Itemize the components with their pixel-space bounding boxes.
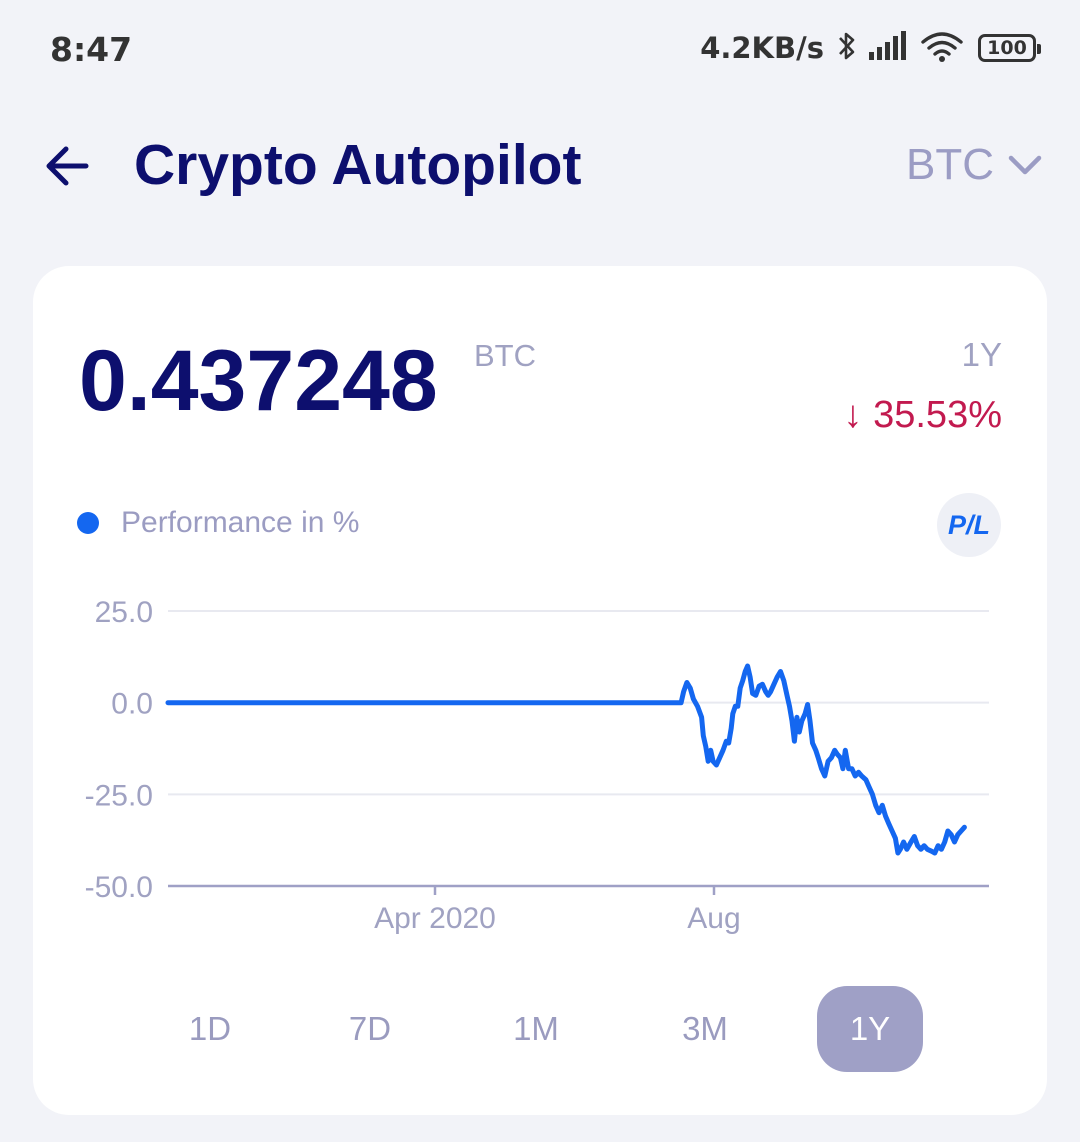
- performance-card: 0.437248 BTC 1Y ↓ 35.53% Performance in …: [33, 266, 1047, 1115]
- status-time: 8:47: [50, 30, 133, 69]
- performance-line: [165, 663, 967, 856]
- balance-unit: BTC: [474, 338, 536, 373]
- page-title: Crypto Autopilot: [134, 133, 582, 197]
- battery-icon: 100: [978, 34, 1041, 62]
- legend-dot-icon: [77, 512, 99, 534]
- signal-icon: [868, 30, 910, 67]
- range-tab-1d[interactable]: 1D: [157, 986, 263, 1072]
- range-tab-1y[interactable]: 1Y: [817, 986, 923, 1072]
- period-label: 1Y: [961, 336, 1002, 373]
- status-icons: 4.2KB/s 100: [700, 28, 1041, 68]
- chart-legend: Performance in %: [77, 506, 359, 540]
- x-tick-label: Apr 2020: [374, 902, 496, 935]
- bluetooth-icon: [836, 29, 858, 68]
- chevron-down-icon: [1008, 155, 1042, 175]
- performance-chart: 25.0 0.0 -25.0 -50.0 Apr 2020 Aug: [85, 596, 989, 935]
- balance-value: 0.437248: [79, 333, 438, 429]
- back-button[interactable]: [38, 136, 98, 196]
- wifi-icon: [920, 29, 964, 68]
- network-speed: 4.2KB/s: [700, 31, 824, 65]
- y-tick-label: -25.0: [85, 779, 153, 812]
- pl-toggle-button[interactable]: P/L: [937, 493, 1001, 557]
- x-tick-label: Aug: [687, 902, 740, 935]
- y-tick-label: 25.0: [95, 596, 153, 629]
- range-tab-1m[interactable]: 1M: [483, 986, 589, 1072]
- range-tabs: 1D 7D 1M 3M 1Y: [33, 986, 1047, 1072]
- range-tab-7d[interactable]: 7D: [317, 986, 423, 1072]
- change-percentage: ↓ 35.53%: [843, 394, 1002, 436]
- back-arrow-icon: [46, 146, 89, 186]
- currency-dropdown[interactable]: BTC: [906, 140, 1042, 190]
- currency-label: BTC: [906, 140, 994, 189]
- legend-label: Performance in %: [121, 506, 360, 539]
- y-tick-label: 0.0: [111, 688, 153, 721]
- status-bar: 8:47 4.2KB/s 100: [0, 0, 1080, 96]
- range-tab-3m[interactable]: 3M: [652, 986, 758, 1072]
- app-header: Crypto Autopilot BTC: [0, 112, 1080, 222]
- y-tick-label: -50.0: [85, 871, 153, 904]
